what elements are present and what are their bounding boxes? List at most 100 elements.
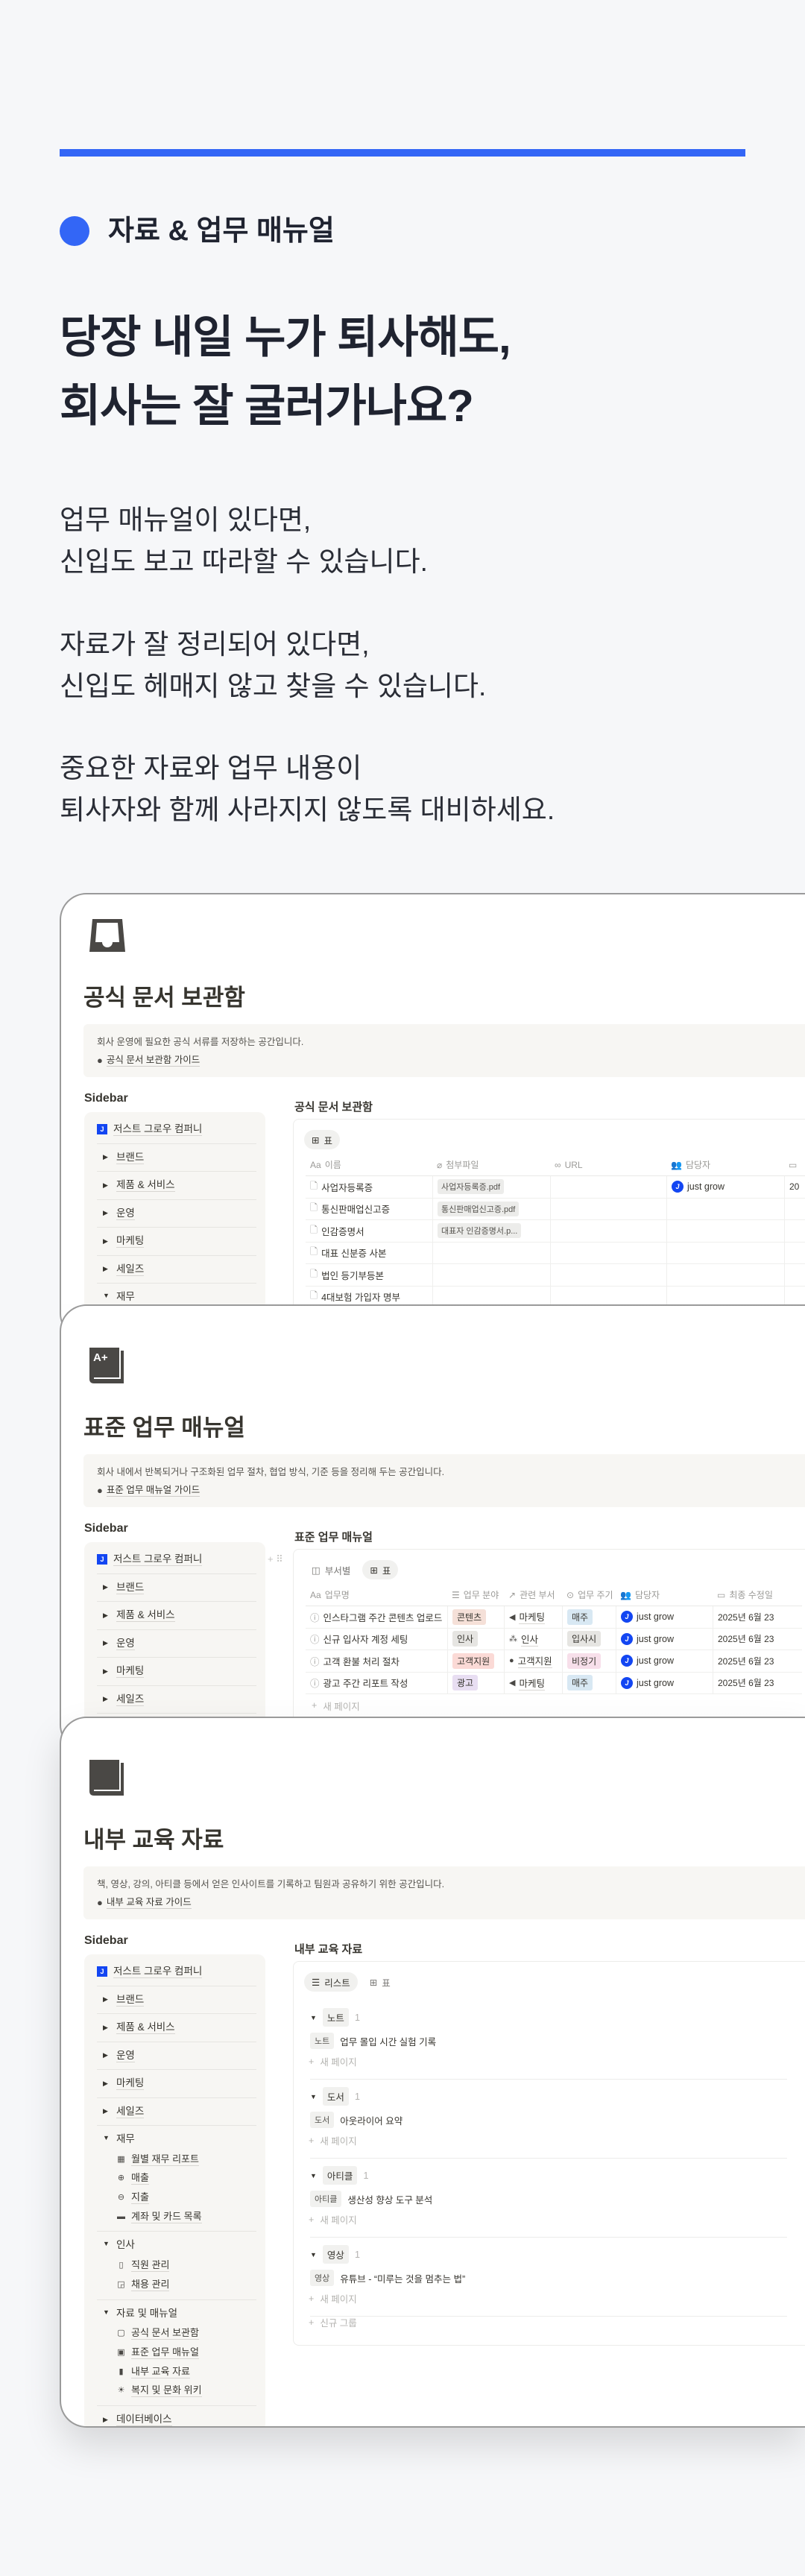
list-item[interactable]: 아티클 생산성 향상 도구 분석 <box>310 2191 432 2207</box>
cell-url[interactable] <box>550 1198 666 1219</box>
cell-url[interactable] <box>550 1176 666 1198</box>
new-page-button[interactable]: + 새 페이지 <box>309 2212 357 2226</box>
cell-owner[interactable] <box>666 1242 784 1263</box>
column-header[interactable]: ☰ 업무 분야 <box>447 1584 504 1606</box>
cell-url[interactable] <box>550 1264 666 1286</box>
sidebar-subitem[interactable]: ☀ 복지 및 문화 위키 <box>97 2381 256 2400</box>
sidebar-item[interactable]: ▶ 세일즈 <box>97 1686 256 1714</box>
cell-name[interactable]: 🗋 통신판매업신고증 <box>306 1199 432 1220</box>
dept-link[interactable]: 마케팅 <box>519 1609 545 1625</box>
sidebar-item[interactable]: ▶ 제품 & 서비스 <box>97 2014 256 2042</box>
cell-file[interactable]: 대표자 인감증명서.p... <box>432 1220 550 1242</box>
table-row[interactable]: ⓘ 신규 입사자 계정 세팅 인사 ⁂ 인사 입사시 Jjust grow 2025년 6월 … <box>306 1628 802 1650</box>
drag-handle-icon[interactable]: + ⠿ <box>268 1553 283 1565</box>
cell-owner[interactable]: Jjust grow <box>666 1176 784 1198</box>
sidebar-item-company[interactable]: J 저스트 그로우 컴퍼니 <box>97 1958 256 1986</box>
cell-cycle[interactable]: 매주 <box>562 1606 616 1628</box>
column-header[interactable]: Aa 이름 <box>306 1154 432 1175</box>
table-row[interactable]: ⓘ 고객 환불 처리 절차 고객지원 ● 고객지원 비정기 Jjust grow 2025년 … <box>306 1650 802 1673</box>
table-row[interactable]: 🗋 통신판매업신고증 통신판매업신고증.pdf <box>306 1198 805 1220</box>
cell-file[interactable]: 통신판매업신고증.pdf <box>432 1198 550 1219</box>
column-header[interactable]: ▭ 최종 수정일 <box>713 1584 802 1606</box>
dept-link[interactable]: 인사 <box>521 1632 539 1647</box>
cell-area[interactable]: 광고 <box>447 1672 504 1693</box>
view-tab[interactable]: ⊞ 표 <box>362 1972 398 1992</box>
table-row[interactable]: ⓘ 광고 주간 리포트 작성 광고 ◀ 마케팅 매주 Jjust grow 2025년 6월 … <box>306 1672 802 1694</box>
cell-area[interactable]: 고객지원 <box>447 1650 504 1672</box>
column-header[interactable]: ↗ 관련 부서 <box>504 1584 562 1606</box>
new-group-button[interactable]: + 신규 그룹 <box>309 2315 357 2329</box>
cell-cycle[interactable]: 입사시 <box>562 1628 616 1650</box>
group-header[interactable]: ▼ 노트 1 <box>310 2008 360 2027</box>
list-item[interactable]: 영상 유튜브 - “미루는 것을 멈추는 법” <box>310 2270 465 2286</box>
sidebar-item-company[interactable]: J 저스트 그로우 컴퍼니 <box>97 1546 256 1574</box>
cell-url[interactable] <box>550 1242 666 1263</box>
column-header[interactable]: ⊙ 업무 주기 <box>562 1584 616 1606</box>
sidebar-item[interactable]: ▶ 브랜드 <box>97 1986 256 2014</box>
sidebar-item[interactable]: ▼ 인사 <box>97 2232 256 2255</box>
sidebar-subitem[interactable]: ▦ 월별 재무 리포트 <box>97 2150 256 2169</box>
sidebar-item[interactable]: ▶ 세일즈 <box>97 2098 256 2126</box>
cell-dept[interactable]: ⁂ 인사 <box>504 1628 562 1650</box>
column-header[interactable]: ▭ <box>784 1154 805 1175</box>
sidebar-item[interactable]: ▶ 브랜드 <box>97 1144 256 1172</box>
cell-name[interactable]: ⓘ 신규 입사자 계정 세팅 <box>306 1629 447 1650</box>
file-chip[interactable]: 사업자등록증.pdf <box>438 1179 505 1195</box>
table-row[interactable]: 🗋 사업자등록증 사업자등록증.pdf Jjust grow 20 <box>306 1176 805 1199</box>
table-row[interactable]: 🗋 대표 신분증 사본 <box>306 1242 805 1264</box>
cell-file[interactable] <box>432 1264 550 1286</box>
sidebar-subitem[interactable]: ▢ 공식 문서 보관함 <box>97 2324 256 2343</box>
sidebar-item[interactable]: ▶ 마케팅 <box>97 1228 256 1256</box>
table-row[interactable]: 🗋 인감증명서 대표자 인감증명서.p... <box>306 1220 805 1243</box>
cell-name[interactable]: 🗋 인감증명서 <box>306 1220 432 1242</box>
cell-name[interactable]: 🗋 법인 등기부등본 <box>306 1264 432 1286</box>
new-page-button[interactable]: + 새 페이지 <box>309 2291 357 2305</box>
cell-file[interactable]: 사업자등록증.pdf <box>432 1176 550 1198</box>
table-row[interactable]: 🗋 법인 등기부등본 <box>306 1264 805 1287</box>
sidebar-item[interactable]: ▶ 제품 & 서비스 <box>97 1602 256 1630</box>
file-chip[interactable]: 통신판매업신고증.pdf <box>438 1201 520 1216</box>
guide-link[interactable]: ● 공식 문서 보관함 가이드 <box>97 1054 201 1067</box>
sidebar-item[interactable]: ▶ 브랜드 <box>97 1574 256 1602</box>
group-header[interactable]: ▼ 영상 1 <box>310 2245 360 2264</box>
cell-owner[interactable] <box>666 1220 784 1242</box>
cell-cycle[interactable]: 비정기 <box>562 1650 616 1672</box>
cell-owner[interactable] <box>666 1264 784 1286</box>
new-page-button[interactable]: + 새 페이지 <box>309 2133 357 2147</box>
sidebar-item[interactable]: ▶ 운영 <box>97 2042 256 2070</box>
sidebar-subitem[interactable]: ◲ 채용 관리 <box>97 2275 256 2294</box>
view-tab[interactable]: ⊞ 표 <box>304 1130 340 1149</box>
sidebar-subitem[interactable]: ▮ 내부 교육 자료 <box>97 2362 256 2381</box>
cell-dept[interactable]: ● 고객지원 <box>504 1650 562 1672</box>
group-header[interactable]: ▼ 도서 1 <box>310 2087 360 2106</box>
list-item[interactable]: 도서 아웃라이어 요약 <box>310 2112 402 2128</box>
sidebar-item[interactable]: ▶ 운영 <box>97 1630 256 1658</box>
sidebar-item[interactable]: ▶ 마케팅 <box>97 2070 256 2098</box>
cell-owner[interactable]: Jjust grow <box>616 1606 713 1628</box>
sidebar-item[interactable]: ▶ 운영 <box>97 1200 256 1228</box>
cell-area[interactable]: 콘텐츠 <box>447 1606 504 1628</box>
sidebar-item[interactable]: ▶ 세일즈 <box>97 1256 256 1284</box>
column-header[interactable]: Aa 업무명 <box>306 1584 447 1606</box>
cell-dept[interactable]: ◀ 마케팅 <box>504 1672 562 1693</box>
sidebar-item[interactable]: ▶ 마케팅 <box>97 1658 256 1686</box>
column-header[interactable]: 👥 담당자 <box>616 1584 713 1606</box>
sidebar-item[interactable]: ▶ 제품 & 서비스 <box>97 1172 256 1200</box>
column-header[interactable]: ∞ URL <box>550 1154 666 1175</box>
guide-link[interactable]: ● 내부 교육 자료 가이드 <box>97 1896 192 1909</box>
cell-area[interactable]: 인사 <box>447 1628 504 1650</box>
file-chip[interactable]: 대표자 인감증명서.p... <box>438 1223 522 1239</box>
cell-name[interactable]: ⓘ 고객 환불 처리 절차 <box>306 1650 447 1672</box>
sidebar-subitem[interactable]: ⊕ 매출 <box>97 2169 256 2188</box>
view-tab[interactable]: ⊞ 표 <box>362 1560 399 1579</box>
list-item[interactable]: 노트 업무 몰입 시간 실험 기록 <box>310 2033 436 2049</box>
group-header[interactable]: ▼ 아티클 1 <box>310 2166 368 2185</box>
sidebar-item[interactable]: ▼ 재무 <box>97 2126 256 2150</box>
cell-name[interactable]: 🗋 사업자등록증 <box>306 1176 432 1198</box>
cell-dept[interactable]: ◀ 마케팅 <box>504 1606 562 1628</box>
sidebar-subitem[interactable]: ▬ 계좌 및 카드 목록 <box>97 2207 256 2226</box>
cell-owner[interactable]: Jjust grow <box>616 1628 713 1650</box>
dept-link[interactable]: 마케팅 <box>519 1676 545 1690</box>
new-page-button[interactable]: + 새 페이지 <box>309 2054 357 2068</box>
column-header[interactable]: ⌀ 첨부파일 <box>432 1154 550 1175</box>
